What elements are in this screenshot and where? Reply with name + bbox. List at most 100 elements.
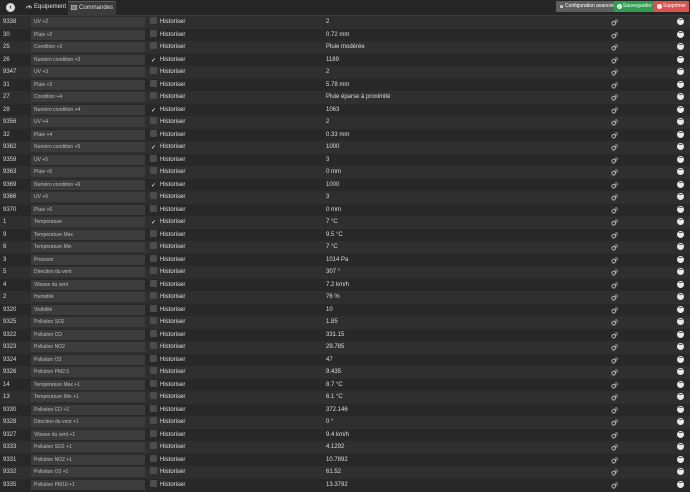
gears-icon[interactable]	[611, 232, 618, 239]
checkbox[interactable]	[150, 255, 157, 262]
command-name-field[interactable]: Direction du vent +1	[31, 417, 145, 427]
remove-command-icon[interactable]: −	[677, 181, 684, 188]
remove-command-icon[interactable]: −	[677, 368, 684, 375]
command-name-field[interactable]: Pression	[31, 255, 145, 265]
historize-toggle[interactable]: ✓Historiser	[150, 179, 185, 191]
remove-command-icon[interactable]: −	[677, 256, 684, 263]
command-name-field[interactable]: Condition +3	[31, 42, 145, 52]
command-name-field[interactable]: Pollution NO2	[31, 342, 145, 352]
checkbox[interactable]	[150, 480, 157, 487]
historize-toggle[interactable]: Historiser	[150, 29, 185, 41]
gears-icon[interactable]	[611, 207, 618, 214]
checkbox[interactable]	[150, 67, 157, 74]
historize-toggle[interactable]: Historiser	[150, 154, 185, 166]
command-name-field[interactable]: Température Max	[31, 230, 145, 240]
remove-command-icon[interactable]: −	[677, 431, 684, 438]
gears-icon[interactable]	[611, 419, 618, 426]
checkbox[interactable]	[150, 292, 157, 299]
checkbox[interactable]	[150, 155, 157, 162]
gears-icon[interactable]	[611, 119, 618, 126]
checkbox[interactable]	[150, 230, 157, 237]
historize-toggle[interactable]: Historiser	[150, 479, 185, 491]
checkbox[interactable]	[150, 467, 157, 474]
gears-icon[interactable]	[611, 32, 618, 39]
command-name-field[interactable]: UV +3	[31, 67, 145, 77]
gears-icon[interactable]	[611, 282, 618, 289]
remove-command-icon[interactable]: −	[677, 243, 684, 250]
checkmark-icon[interactable]: ✓	[150, 145, 157, 152]
command-name-field[interactable]: Pollution CO	[31, 330, 145, 340]
historize-toggle[interactable]: Historiser	[150, 366, 185, 378]
historize-toggle[interactable]: Historiser	[150, 379, 185, 391]
remove-command-icon[interactable]: −	[677, 443, 684, 450]
command-name-field[interactable]: Pollution O3	[31, 355, 145, 365]
command-name-field[interactable]: Visibilité	[31, 305, 145, 315]
gears-icon[interactable]	[611, 19, 618, 26]
checkbox[interactable]	[150, 430, 157, 437]
historize-toggle[interactable]: Historiser	[150, 341, 185, 353]
historize-toggle[interactable]: Historiser	[150, 454, 185, 466]
checkmark-icon[interactable]: ✓	[150, 108, 157, 115]
remove-command-icon[interactable]: −	[677, 406, 684, 413]
remove-command-icon[interactable]: −	[677, 43, 684, 50]
gears-icon[interactable]	[611, 382, 618, 389]
historize-toggle[interactable]: Historiser	[150, 254, 185, 266]
command-name-field[interactable]: Numéro condition +5	[31, 142, 145, 152]
gears-icon[interactable]	[611, 344, 618, 351]
checkbox[interactable]	[150, 305, 157, 312]
gears-icon[interactable]	[611, 432, 618, 439]
remove-command-icon[interactable]: −	[677, 118, 684, 125]
checkmark-icon[interactable]: ✓	[150, 220, 157, 227]
command-name-field[interactable]: Numéro condition +3	[31, 55, 145, 65]
remove-command-icon[interactable]: −	[677, 206, 684, 213]
remove-command-icon[interactable]: −	[677, 343, 684, 350]
remove-command-icon[interactable]: −	[677, 481, 684, 488]
checkbox[interactable]	[150, 280, 157, 287]
historize-toggle[interactable]: ✓Historiser	[150, 104, 185, 116]
historize-toggle[interactable]: Historiser	[150, 66, 185, 78]
remove-command-icon[interactable]: −	[677, 318, 684, 325]
checkbox[interactable]	[150, 342, 157, 349]
gears-icon[interactable]	[611, 407, 618, 414]
command-name-field[interactable]: Pluie +2	[31, 30, 145, 40]
command-name-field[interactable]: Température Min +1	[31, 392, 145, 402]
checkbox[interactable]	[150, 30, 157, 37]
historize-toggle[interactable]: Historiser	[150, 441, 185, 453]
historize-toggle[interactable]: Historiser	[150, 466, 185, 478]
gears-icon[interactable]	[611, 144, 618, 151]
remove-command-icon[interactable]: −	[677, 306, 684, 313]
checkbox[interactable]	[150, 92, 157, 99]
gears-icon[interactable]	[611, 482, 618, 489]
historize-toggle[interactable]: ✓Historiser	[150, 54, 185, 66]
historize-toggle[interactable]: Historiser	[150, 79, 185, 91]
historize-toggle[interactable]: ✓Historiser	[150, 216, 185, 228]
checkbox[interactable]	[150, 330, 157, 337]
historize-toggle[interactable]: Historiser	[150, 416, 185, 428]
historize-toggle[interactable]: Historiser	[150, 316, 185, 328]
checkbox[interactable]	[150, 130, 157, 137]
gears-icon[interactable]	[611, 469, 618, 476]
checkbox[interactable]	[150, 80, 157, 87]
historize-toggle[interactable]: Historiser	[150, 229, 185, 241]
remove-command-icon[interactable]: −	[677, 68, 684, 75]
command-name-field[interactable]: UV +2	[31, 17, 145, 27]
checkbox[interactable]	[150, 167, 157, 174]
remove-command-icon[interactable]: −	[677, 393, 684, 400]
remove-command-icon[interactable]: −	[677, 31, 684, 38]
command-name-field[interactable]: Numéro condition +4	[31, 105, 145, 115]
gears-icon[interactable]	[611, 332, 618, 339]
remove-command-icon[interactable]: −	[677, 131, 684, 138]
gears-icon[interactable]	[611, 194, 618, 201]
command-name-field[interactable]: Vitesse du vent	[31, 280, 145, 290]
historize-toggle[interactable]: Historiser	[150, 266, 185, 278]
checkmark-icon[interactable]: ✓	[150, 58, 157, 65]
checkbox[interactable]	[150, 117, 157, 124]
command-name-field[interactable]: Condition +4	[31, 92, 145, 102]
gears-icon[interactable]	[611, 319, 618, 326]
gears-icon[interactable]	[611, 307, 618, 314]
command-name-field[interactable]: Pluie +5	[31, 167, 145, 177]
checkbox[interactable]	[150, 267, 157, 274]
gears-icon[interactable]	[611, 294, 618, 301]
gears-icon[interactable]	[611, 169, 618, 176]
command-name-field[interactable]: UV +4	[31, 117, 145, 127]
